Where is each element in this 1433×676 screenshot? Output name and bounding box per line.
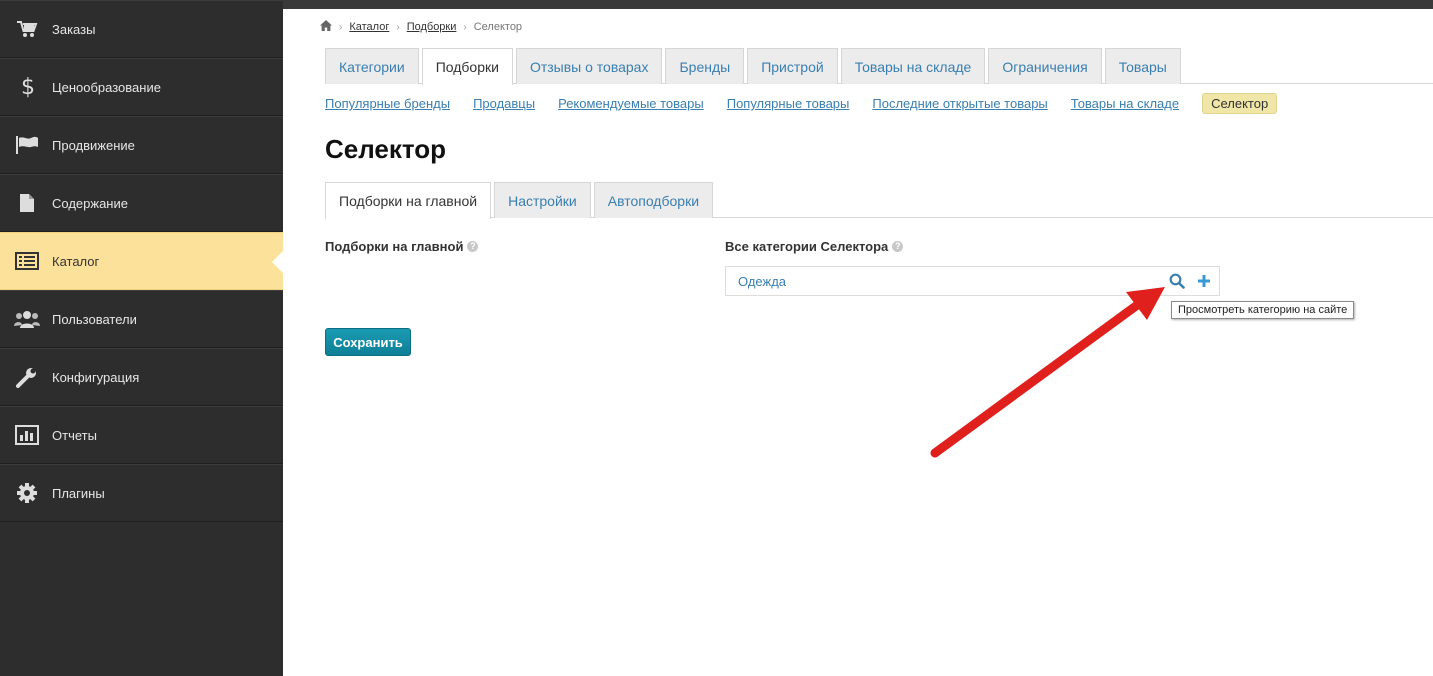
tab-restrictions[interactable]: Ограничения <box>988 48 1102 84</box>
plus-icon[interactable] <box>1197 274 1211 291</box>
subnav-sellers[interactable]: Продавцы <box>473 96 535 111</box>
sidebar-item-label: Содержание <box>52 195 128 211</box>
breadcrumb-separator: › <box>463 21 467 33</box>
all-categories-label: Все категории Селектора ? <box>725 239 904 254</box>
users-icon <box>2 309 52 329</box>
svg-text:$: $ <box>21 75 35 99</box>
sidebar-item-label: Плагины <box>52 485 105 501</box>
breadcrumb-current: Селектор <box>473 21 523 33</box>
save-button[interactable]: Сохранить <box>325 328 411 356</box>
sidebar-item-pricing[interactable]: $ Ценообразование <box>0 58 283 116</box>
catalog-tabs: Категории Подборки Отзывы о товарах Брен… <box>325 48 1433 85</box>
tab-products[interactable]: Товары <box>1104 48 1181 84</box>
main-content: › Каталог › Подборки › Селектор Категори… <box>283 9 1433 676</box>
subnav-recently-viewed[interactable]: Последние открытые товары <box>872 96 1047 111</box>
all-categories-label-text: Все категории Селектора <box>725 239 889 254</box>
category-name[interactable]: Одежда <box>738 274 786 289</box>
home-icon[interactable] <box>320 20 332 34</box>
sidebar-item-catalog[interactable]: Каталог <box>0 232 283 290</box>
category-actions <box>1169 273 1211 292</box>
category-row: Одежда <box>725 266 1220 296</box>
tab-reviews[interactable]: Отзывы о товарах <box>515 48 663 84</box>
tab-pristroy[interactable]: Пристрой <box>747 48 838 84</box>
sidebar-item-promotion[interactable]: Продвижение <box>0 116 283 174</box>
selector-tabs: Подборки на главной Настройки Автоподбор… <box>325 182 1433 219</box>
sidebar: Заказы $ Ценообразование Продвижение Сод… <box>0 0 283 676</box>
view-category-tooltip: Просмотреть категорию на сайте <box>1171 301 1355 319</box>
sidebar-item-configuration[interactable]: Конфигурация <box>0 348 283 406</box>
tab-home-collections[interactable]: Подборки на главной <box>325 182 492 219</box>
tab-categories[interactable]: Категории <box>325 48 419 84</box>
sidebar-item-label: Отчеты <box>52 427 97 443</box>
page-title: Селектор <box>325 134 447 164</box>
collections-subnav: Популярные бренды Продавцы Рекомендуемые… <box>325 93 1300 114</box>
help-icon[interactable]: ? <box>467 241 479 252</box>
cart-icon <box>2 20 52 38</box>
gear-icon <box>2 482 52 504</box>
breadcrumb-separator: › <box>339 21 343 33</box>
dollar-icon: $ <box>2 75 52 99</box>
subnav-in-stock[interactable]: Товары на складе <box>1071 96 1179 111</box>
breadcrumb-catalog[interactable]: Каталог <box>349 21 389 33</box>
search-icon[interactable] <box>1169 273 1185 292</box>
tab-in-stock[interactable]: Товары на складе <box>840 48 986 84</box>
breadcrumb: › Каталог › Подборки › Селектор <box>320 20 522 34</box>
sidebar-item-content[interactable]: Содержание <box>0 174 283 232</box>
sidebar-item-plugins[interactable]: Плагины <box>0 464 283 522</box>
tab-auto-collections[interactable]: Автоподборки <box>593 182 714 218</box>
subnav-selector[interactable]: Селектор <box>1202 93 1278 114</box>
sidebar-item-label: Продвижение <box>52 137 135 153</box>
sidebar-item-label: Ценообразование <box>52 79 161 95</box>
sidebar-item-orders[interactable]: Заказы <box>0 0 283 58</box>
subnav-recommended[interactable]: Рекомендуемые товары <box>558 96 704 111</box>
help-icon[interactable]: ? <box>892 241 904 252</box>
breadcrumb-separator: › <box>396 21 400 33</box>
tab-collections[interactable]: Подборки <box>421 48 513 85</box>
sidebar-item-label: Конфигурация <box>52 369 140 385</box>
sidebar-item-reports[interactable]: Отчеты <box>0 406 283 464</box>
tab-brands[interactable]: Бренды <box>665 48 745 84</box>
chart-icon <box>2 425 52 445</box>
sidebar-item-label: Заказы <box>52 21 96 37</box>
sidebar-item-users[interactable]: Пользователи <box>0 290 283 348</box>
file-icon <box>2 193 52 213</box>
home-collections-label-text: Подборки на главной <box>325 239 464 254</box>
subnav-popular-products[interactable]: Популярные товары <box>727 96 850 111</box>
subnav-popular-brands[interactable]: Популярные бренды <box>325 96 450 111</box>
tab-settings[interactable]: Настройки <box>494 182 591 218</box>
sidebar-item-label: Пользователи <box>52 311 137 327</box>
home-collections-label: Подборки на главной ? <box>325 239 479 254</box>
sidebar-item-label: Каталог <box>52 253 100 269</box>
flag-icon <box>2 136 52 154</box>
wrench-icon <box>2 366 52 388</box>
catalog-list-icon <box>2 252 52 270</box>
breadcrumb-collections[interactable]: Подборки <box>407 21 457 33</box>
